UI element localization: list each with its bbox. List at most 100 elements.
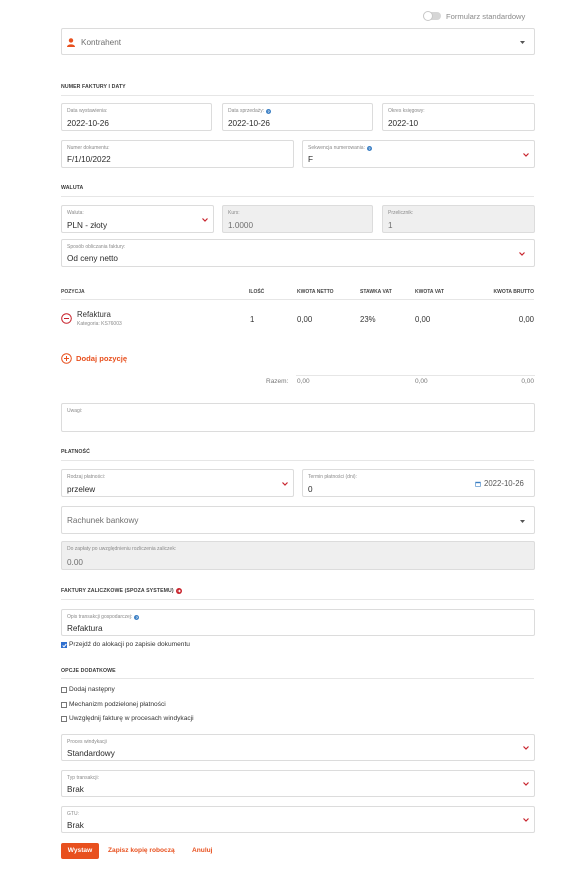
sale-date-field[interactable]: Data sprzedaży:? 2022-10-26	[222, 103, 373, 131]
chevron-down-icon	[523, 153, 529, 157]
col-header-vat-rate: STAWKA VAT	[360, 289, 392, 295]
section-title-payment: PŁATNOŚĆ	[61, 449, 90, 455]
contractor-select[interactable]: Kontrahent	[61, 28, 535, 55]
calc-method-value: Od ceny netto	[67, 254, 118, 263]
total-gross: 0,00	[521, 378, 534, 385]
item-name[interactable]: Refaktura	[77, 310, 111, 319]
help-icon[interactable]: ?	[266, 108, 272, 114]
to-pay-field: Do zapłaty po uwzględnieniu rozliczenia …	[61, 541, 535, 570]
rate-value: 1.0000	[228, 221, 254, 230]
chevron-down-icon	[523, 782, 529, 786]
divider	[61, 299, 534, 300]
rate-label: Kurs:	[228, 210, 240, 216]
submit-button[interactable]: Wystaw	[61, 843, 99, 859]
section-title-advance: FAKTURY ZALICZKOWE (SPOZA SYSTEMU)	[61, 588, 174, 594]
collection-process-value: Standardowy	[67, 749, 115, 758]
arrow-right-circle-icon[interactable]	[175, 588, 182, 594]
issue-date-field[interactable]: Data wystawienia: 2022-10-26	[61, 103, 212, 131]
toggle-label: Formularz standardowy	[446, 12, 526, 21]
section-title-options: OPCJE DODATKOWE	[61, 668, 116, 674]
chevron-down-icon	[282, 482, 288, 486]
section-title-currency: WALUTA	[61, 185, 84, 191]
split-payment-checkbox[interactable]	[61, 702, 67, 708]
user-icon	[67, 38, 75, 47]
cancel-button[interactable]: Anuluj	[192, 847, 213, 854]
divider	[61, 599, 534, 600]
document-number-field[interactable]: Numer dokumentu: F/1/10/2022	[61, 140, 294, 168]
bank-account-placeholder: Rachunek bankowy	[67, 516, 139, 525]
document-number-label: Numer dokumentu:	[67, 145, 110, 151]
col-header-position: POZYCJA	[61, 289, 85, 295]
gtu-value: Brak	[67, 821, 84, 830]
to-pay-label: Do zapłaty po uwzględnieniu rozliczenia …	[67, 546, 177, 552]
collection-process-checkbox-label: Uwzględnij fakturę w procesach windykacj…	[69, 715, 194, 722]
gtu-select[interactable]: GTU: Brak	[61, 806, 535, 833]
currency-select[interactable]: Waluta: PLN - złoty	[61, 205, 214, 233]
plus-circle-icon	[61, 353, 72, 364]
item-gross: 0,00	[518, 315, 534, 324]
payment-method-select[interactable]: Rodzaj płatności: przelew	[61, 469, 294, 497]
chevron-down-icon	[519, 252, 525, 256]
add-item-button[interactable]: Dodaj pozycję	[61, 353, 127, 364]
calc-method-select[interactable]: Sposób obliczania faktury: Od ceny netto	[61, 239, 535, 267]
total-net: 0,00	[297, 378, 310, 385]
transaction-description-value: Refaktura	[67, 624, 103, 633]
transaction-type-label: Typ transakcji:	[67, 775, 99, 781]
transaction-description-field[interactable]: Opis transakcji gospodarczej:? Refaktura	[61, 609, 535, 636]
multiplier-field: Przelicznik: 1	[382, 205, 535, 233]
document-number-value: F/1/10/2022	[67, 155, 111, 164]
add-item-label: Dodaj pozycję	[76, 354, 128, 363]
chevron-down-icon	[523, 746, 529, 750]
transaction-type-select[interactable]: Typ transakcji: Brak	[61, 770, 535, 797]
goto-allocation-checkbox[interactable]	[61, 642, 67, 648]
collection-process-select[interactable]: Proces windykacji Standardowy	[61, 734, 535, 761]
caret-down-icon	[520, 520, 525, 523]
form-mode-toggle[interactable]	[423, 11, 441, 21]
payment-method-value: przelew	[67, 485, 96, 494]
help-icon[interactable]: ?	[366, 145, 372, 151]
item-net: 0,00	[297, 315, 313, 324]
remove-item-icon[interactable]	[61, 313, 72, 324]
gtu-label: GTU:	[67, 811, 79, 817]
chevron-down-icon	[202, 218, 208, 222]
add-next-checkbox[interactable]	[61, 687, 67, 693]
sequence-label-wrap: Sekwencja numerowania:?	[308, 145, 372, 151]
payment-term-value: 0	[308, 485, 313, 494]
save-draft-button[interactable]: Zapisz kopię roboczą	[108, 847, 175, 854]
sequence-select[interactable]: Sekwencja numerowania:? F	[302, 140, 535, 168]
split-payment-label: Mechanizm podzielonej płatności	[69, 701, 166, 708]
help-icon[interactable]: ?	[134, 614, 140, 620]
payment-term-field[interactable]: Termin płatności (dni): 0 2022-10-26	[302, 469, 535, 497]
chevron-down-icon	[523, 818, 529, 822]
totals-rule	[296, 375, 535, 376]
calc-method-label: Sposób obliczania faktury:	[67, 244, 126, 250]
accounting-period-field[interactable]: Okres księgowy: 2022-10	[382, 103, 535, 131]
accounting-period-label: Okres księgowy:	[388, 108, 425, 114]
to-pay-value: 0.00	[67, 558, 83, 567]
checkmark-icon	[62, 643, 67, 648]
section-title-advance-wrap: FAKTURY ZALICZKOWE (SPOZA SYSTEMU)	[61, 588, 182, 594]
collection-process-label: Proces windykacji	[67, 739, 107, 745]
divider	[61, 678, 534, 679]
payment-method-label: Rodzaj płatności:	[67, 474, 106, 480]
total-label: Razem:	[266, 378, 289, 385]
item-qty: 1	[250, 315, 255, 324]
calendar-icon[interactable]	[475, 481, 481, 487]
sequence-value: F	[308, 155, 314, 164]
notes-textarea[interactable]: Uwagi:	[61, 403, 535, 432]
payment-term-label: Termin płatności (dni):	[308, 474, 357, 480]
issue-date-label: Data wystawienia:	[67, 108, 108, 114]
sale-date-label: Data sprzedaży:	[228, 108, 265, 114]
sale-date-label-wrap: Data sprzedaży:?	[228, 108, 272, 114]
toggle-knob	[423, 11, 433, 21]
collection-process-checkbox[interactable]	[61, 716, 67, 722]
transaction-description-label-wrap: Opis transakcji gospodarczej:?	[67, 614, 140, 620]
item-category: Kategoria: KS76003	[77, 321, 122, 327]
transaction-type-value: Brak	[67, 785, 84, 794]
rate-field: Kurs: 1.0000	[222, 205, 373, 233]
item-vat-rate: 23%	[360, 315, 376, 324]
multiplier-value: 1	[388, 221, 393, 230]
col-header-qty: ILOŚĆ	[249, 289, 265, 295]
notes-label: Uwagi:	[67, 408, 83, 414]
bank-account-select[interactable]: Rachunek bankowy	[61, 506, 535, 534]
